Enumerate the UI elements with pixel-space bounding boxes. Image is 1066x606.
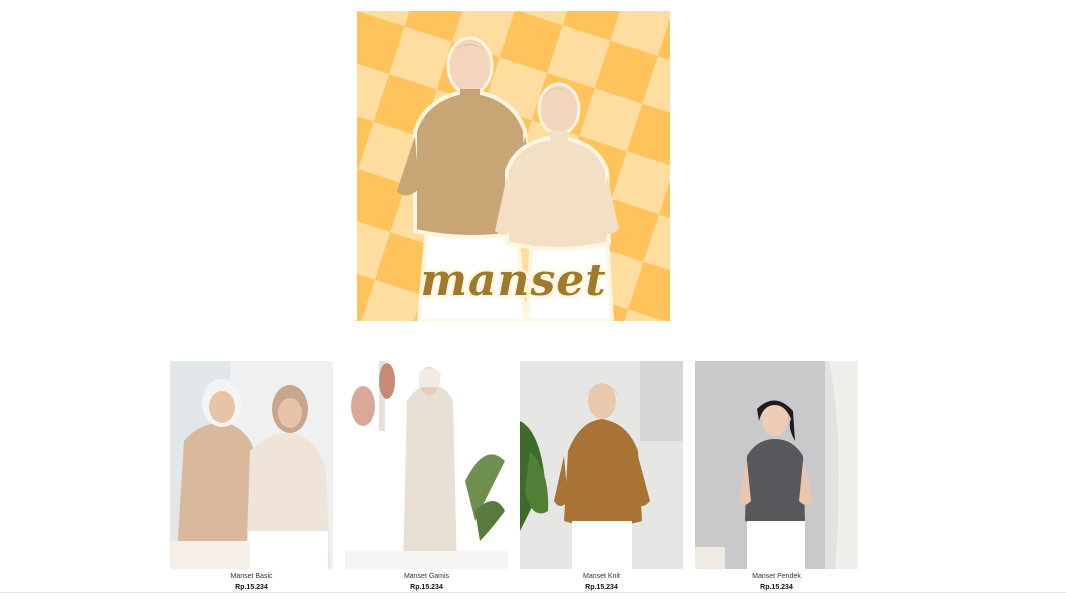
banner-title: manset (420, 255, 607, 306)
product-name: Manset Basic (230, 573, 273, 580)
product-card-gamis[interactable]: Manset Gamis Rp.15.234 (345, 361, 508, 593)
product-name: Manset Pendek (752, 573, 801, 580)
product-image (520, 361, 683, 569)
product-price: Rp.15.234 (760, 584, 793, 591)
product-image (695, 361, 858, 569)
product-card-basic[interactable]: Manset Basic Rp.15.234 (170, 361, 333, 593)
product-name: Manset Knit (583, 573, 620, 580)
product-price: Rp.15.234 (585, 584, 618, 591)
product-grid: Manset Basic Rp.15.234 Manset Gamis Rp.1… (170, 361, 870, 596)
product-image (345, 361, 508, 569)
divider (0, 592, 1066, 593)
product-price: Rp.15.234 (235, 584, 268, 591)
product-price: Rp.15.234 (410, 584, 443, 591)
product-image (170, 361, 333, 569)
product-card-knit[interactable]: Manset Knit Rp.15.234 (520, 361, 683, 593)
hero-banner[interactable]: manset (357, 11, 670, 321)
product-name: Manset Gamis (403, 573, 450, 580)
product-card-pendek[interactable]: Manset Pendek Rp.15.234 (695, 361, 858, 593)
